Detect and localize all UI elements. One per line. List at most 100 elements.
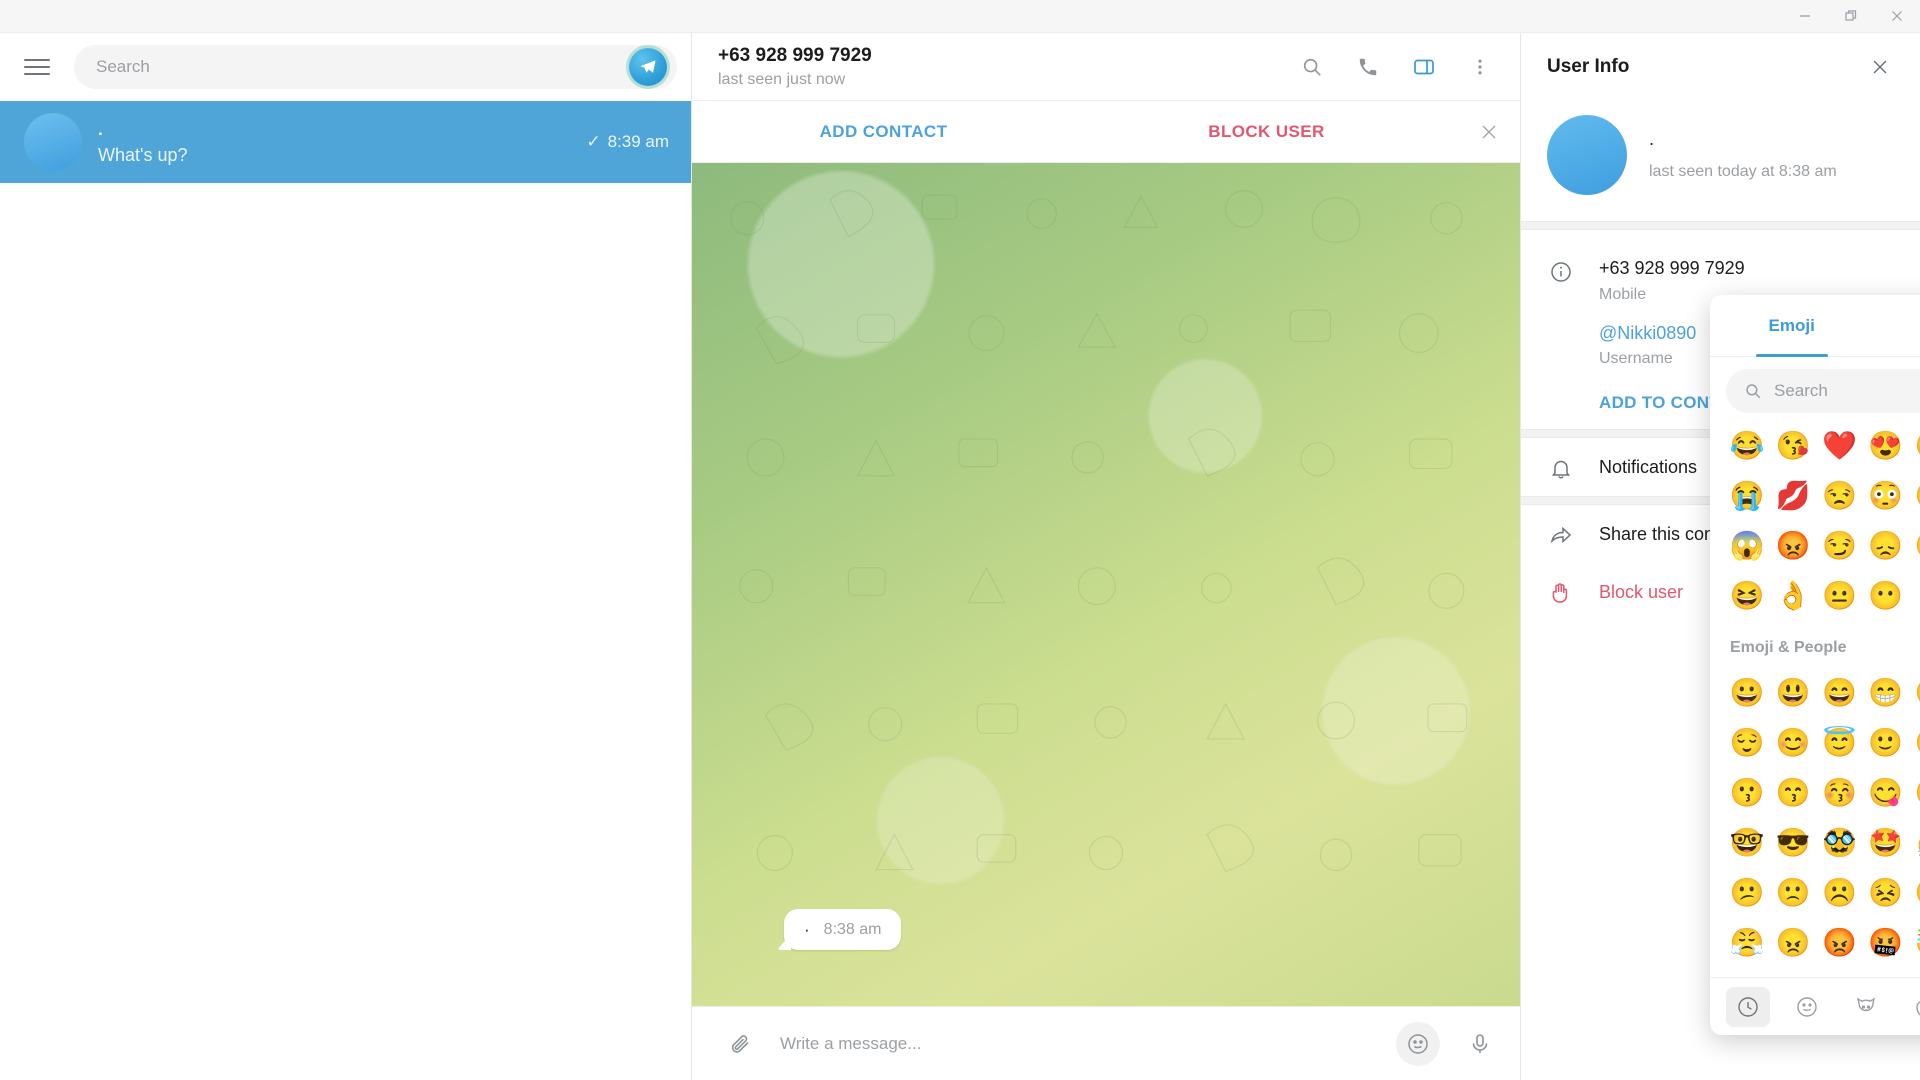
emoji-cell[interactable]: 😄	[1816, 668, 1862, 718]
emoji-cell[interactable]: 😊	[1770, 718, 1816, 768]
emoji-cell[interactable]: 😖	[1909, 868, 1920, 918]
emoji-cell[interactable]: 🤩	[1863, 818, 1909, 868]
search-placeholder: Search	[96, 57, 150, 76]
emoji-cell[interactable]: 😇	[1816, 718, 1862, 768]
emoji-cell[interactable]: ❤️	[1816, 421, 1862, 471]
emoji-cell[interactable]: 😤	[1724, 918, 1770, 968]
hamburger-menu-icon[interactable]	[14, 44, 60, 90]
emoji-cell[interactable]: 😞	[1863, 521, 1909, 571]
username-value[interactable]: @Nikki0890	[1599, 323, 1696, 344]
cat-icon[interactable]	[1844, 987, 1888, 1027]
emoji-cell[interactable]: 😃	[1770, 668, 1816, 718]
user-last-seen: last seen today at 8:38 am	[1649, 163, 1837, 180]
hand-stop-icon	[1547, 579, 1575, 605]
emoji-cell[interactable]: 😶	[1863, 571, 1909, 621]
emoji-cell[interactable]: 🙂	[1863, 718, 1909, 768]
emoji-cell[interactable]: ☹️	[1816, 868, 1862, 918]
emoji-cell[interactable]: 🥸	[1816, 818, 1862, 868]
emoji-cell[interactable]: 😆	[1724, 571, 1770, 621]
emoji-cell[interactable]: 😘	[1770, 421, 1816, 471]
phone-icon[interactable]	[1346, 45, 1390, 89]
avatar	[1547, 115, 1627, 195]
contact-action-bar: ADD CONTACT BLOCK USER	[692, 101, 1520, 163]
emoji-cell[interactable]: 😒	[1816, 471, 1862, 521]
more-icon[interactable]	[1458, 45, 1502, 89]
chat-title: +63 928 999 7929	[718, 44, 872, 66]
emoji-cell[interactable]: 😁	[1863, 668, 1909, 718]
emoji-cell[interactable]: 😋	[1863, 768, 1909, 818]
emoji-cell[interactable]: 🥳	[1909, 818, 1920, 868]
emoji-cell[interactable]: 😥	[1770, 968, 1816, 977]
emoji-cell[interactable]: 😡	[1770, 521, 1816, 571]
emoji-cell[interactable]: 💋	[1770, 471, 1816, 521]
message-time: 8:38 am	[823, 920, 882, 938]
emoji-search-wrap: Search	[1710, 357, 1920, 421]
divider	[1521, 221, 1920, 230]
emoji-cell[interactable]: 🤯	[1909, 918, 1920, 968]
restore-button[interactable]	[1828, 0, 1874, 33]
emoji-cell[interactable]: 😂	[1724, 421, 1770, 471]
search-icon	[1746, 384, 1761, 399]
emoji-cell[interactable]: 😆	[1909, 668, 1920, 718]
smiley-icon[interactable]	[1785, 987, 1829, 1027]
emoji-cell[interactable]: 😕	[1724, 868, 1770, 918]
emoji-cell[interactable]: 🙁	[1770, 868, 1816, 918]
apple-icon[interactable]	[1903, 987, 1920, 1027]
emoji-cell[interactable]: 😌	[1724, 718, 1770, 768]
emoji-cell[interactable]: 🤬	[1863, 918, 1909, 968]
close-button[interactable]	[1874, 0, 1920, 33]
user-profile-names: . last seen today at 8:38 am	[1649, 130, 1837, 180]
tab-stickers[interactable]: Stickers	[1873, 295, 1920, 356]
tab-emoji[interactable]: Emoji	[1710, 295, 1873, 357]
message-input[interactable]: Write a message...	[780, 1034, 1378, 1054]
emoji-cell[interactable]: 🙃	[1909, 718, 1920, 768]
emoji-cell[interactable]: 😠	[1770, 918, 1816, 968]
emoji-cell[interactable]: 😭	[1724, 471, 1770, 521]
message-composer: Write a message...	[692, 1006, 1520, 1080]
chat-item-preview: What's up?	[98, 144, 188, 165]
message-text: ·	[804, 920, 810, 939]
chat-item-time: 8:39 am	[607, 132, 669, 151]
emoji-cell[interactable]: 😜	[1909, 471, 1920, 521]
emoji-cell[interactable]: 😊	[1909, 421, 1920, 471]
emoji-cell[interactable]: 😍	[1863, 421, 1909, 471]
search-icon[interactable]	[1290, 45, 1334, 89]
emoji-search-input[interactable]: Search	[1726, 369, 1920, 413]
emoji-cell[interactable]: 😐	[1816, 571, 1862, 621]
add-contact-button[interactable]: ADD CONTACT	[692, 122, 1075, 142]
emoji-cell[interactable]: 😎	[1770, 818, 1816, 868]
emoji-cell[interactable]: 🤓	[1724, 818, 1770, 868]
minimize-button[interactable]	[1782, 0, 1828, 33]
emoji-scroll-area[interactable]: 😂😘❤️😍😊😁👍😌😔😄😭💋😒😳😜🙈😉😀😢😖😱😡😏😞😅😚🐵😪😃😋😆👌😐😶 Emoj…	[1710, 421, 1920, 977]
emoji-cell[interactable]: 😙	[1770, 768, 1816, 818]
emoji-cell[interactable]: 😛	[1909, 768, 1920, 818]
info-panel-icon[interactable]	[1402, 45, 1446, 89]
emoji-cell[interactable]: 😣	[1863, 868, 1909, 918]
search-input[interactable]: Search	[74, 45, 677, 89]
emoji-cell[interactable]: 😳	[1863, 471, 1909, 521]
emoji-section-header: Emoji & People	[1724, 621, 1920, 668]
emoji-cell[interactable]: 😅	[1909, 521, 1920, 571]
emoji-cell[interactable]: 😏	[1816, 521, 1862, 571]
emoji-cell[interactable]: 😰	[1724, 968, 1770, 977]
recent-emoji-grid: 😂😘❤️😍😊😁👍😌😔😄😭💋😒😳😜🙈😉😀😢😖😱😡😏😞😅😚🐵😪😃😋😆👌😐😶	[1724, 421, 1920, 621]
chat-subtitle: last seen just now	[718, 70, 846, 88]
emoji-cell[interactable]: 👌	[1770, 571, 1816, 621]
emoji-icon[interactable]	[1396, 1021, 1440, 1066]
chat-item-name: .	[98, 119, 103, 139]
emoji-cell[interactable]: 😱	[1724, 521, 1770, 571]
close-action-bar-icon[interactable]	[1458, 122, 1520, 142]
block-user-button[interactable]: BLOCK USER	[1075, 122, 1458, 142]
microphone-icon[interactable]	[1458, 1022, 1502, 1066]
emoji-cell[interactable]: 😡	[1816, 918, 1862, 968]
attach-icon[interactable]	[718, 1022, 762, 1066]
emoji-cell[interactable]: 😚	[1816, 768, 1862, 818]
emoji-cell[interactable]: 😀	[1724, 668, 1770, 718]
telegram-logo-icon	[629, 48, 667, 86]
message-bubble: · 8:38 am	[784, 909, 902, 950]
username-values: @Nikki0890 Username	[1599, 323, 1696, 368]
clock-icon[interactable]	[1725, 986, 1770, 1027]
chat-list-item[interactable]: . What's up? ✓ 8:39 am	[0, 101, 691, 183]
close-user-info-icon[interactable]	[1858, 45, 1902, 89]
emoji-cell[interactable]: 😗	[1724, 768, 1770, 818]
